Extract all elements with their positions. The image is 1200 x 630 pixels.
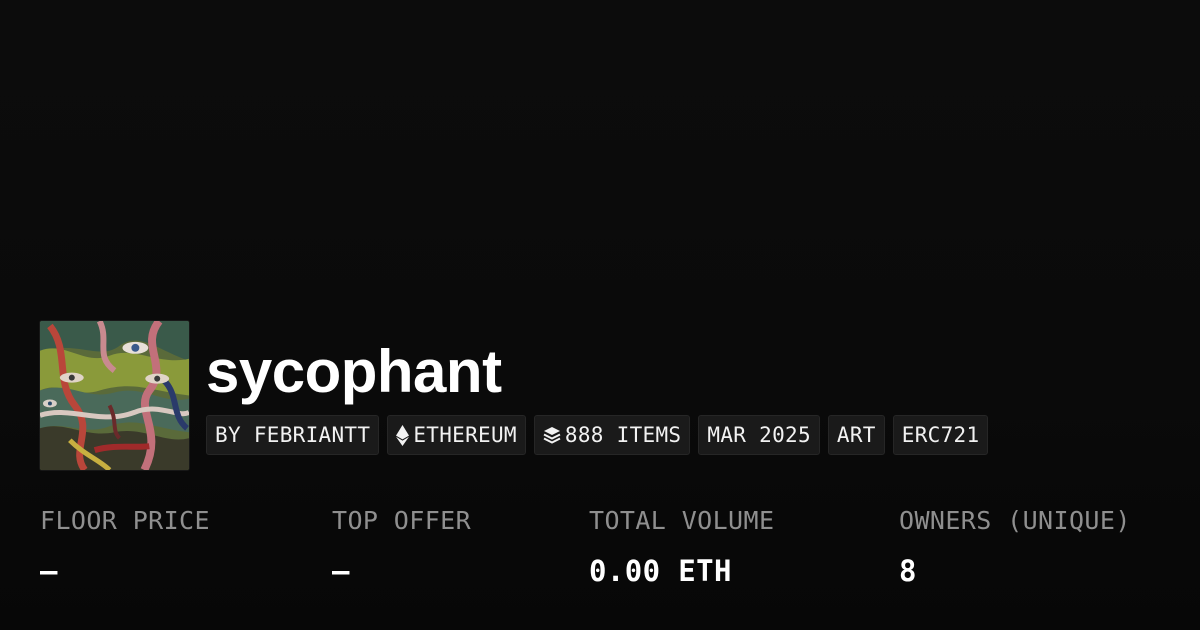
stat-label: TOTAL VOLUME [589,506,775,535]
stat-top-offer: TOP OFFER – [332,503,471,589]
tag-chain[interactable]: ETHEREUM [387,415,526,455]
stat-value: 0.00 ETH [589,554,732,588]
stat-value: – [332,554,350,588]
tag-date[interactable]: MAR 2025 [698,415,820,455]
stat-floor-price: FLOOR PRICE – [40,503,210,589]
tag-label: ETHEREUM [413,423,517,447]
stat-value: – [40,554,58,588]
stat-value: 8 [899,554,917,588]
stat-owners: OWNERS (UNIQUE) 8 [899,503,1131,589]
tag-standard[interactable]: ERC721 [892,415,989,455]
collection-tags: BY FEBRIANTT ETHEREUM 888 ITEMS MAR 2025… [206,415,989,455]
tag-creator[interactable]: BY FEBRIANTT [206,415,380,455]
tag-category[interactable]: ART [827,415,885,455]
collection-card: sycophant BY FEBRIANTT ETHEREUM 888 ITEM… [0,0,1200,630]
tag-label: ERC721 [901,423,980,447]
tag-label: 888 ITEMS [564,423,682,447]
stat-total-volume: TOTAL VOLUME 0.00 ETH [589,503,774,589]
layers-icon [543,426,561,444]
painting-image [40,321,189,470]
tag-items[interactable]: 888 ITEMS [533,415,691,455]
tag-label: BY FEBRIANTT [215,423,371,447]
collection-avatar [40,321,189,470]
tag-label: MAR 2025 [707,423,811,447]
ethereum-icon [396,424,410,446]
collection-title: sycophant [206,338,502,405]
tag-label: ART [836,423,876,447]
stat-label: OWNERS (UNIQUE) [899,506,1131,535]
stat-label: FLOOR PRICE [40,506,210,535]
stat-label: TOP OFFER [332,506,472,535]
